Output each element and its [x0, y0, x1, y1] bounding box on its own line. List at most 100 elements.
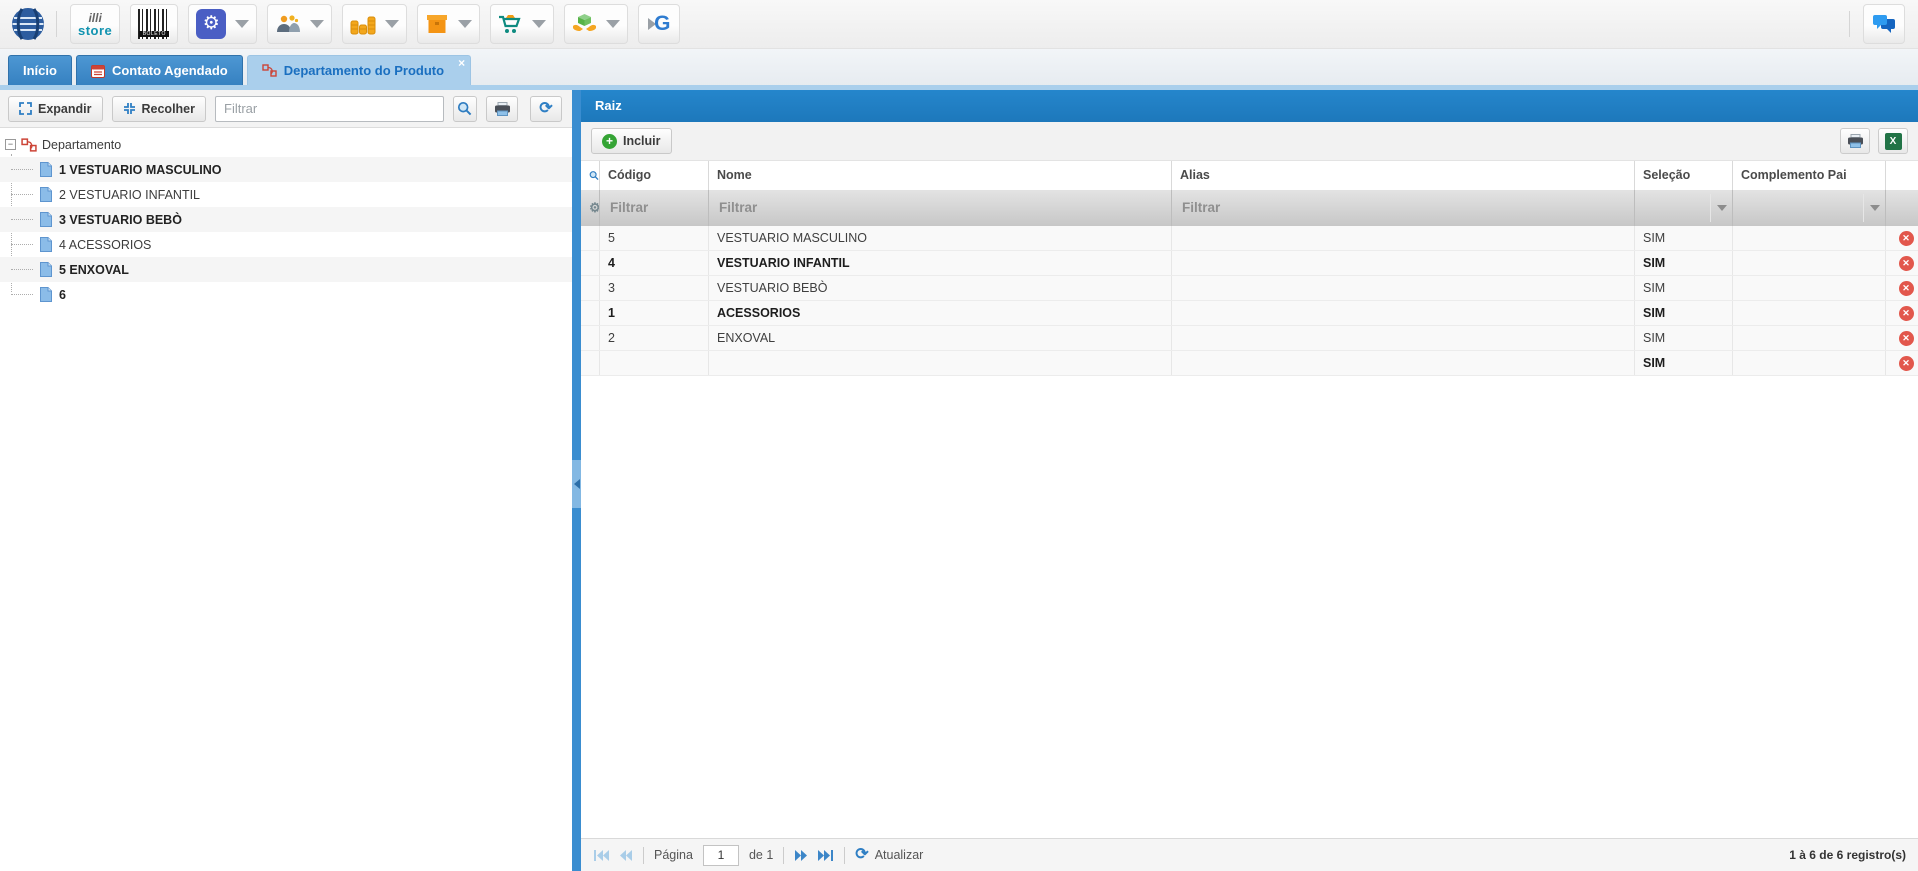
collapse-label: Recolher: [142, 102, 196, 116]
page-icon: [40, 262, 52, 277]
tree-item[interactable]: 5 ENXOVAL: [0, 257, 572, 282]
boleto-button[interactable]: BOLETO: [130, 4, 178, 44]
cell-codigo: 2: [600, 326, 709, 350]
tree-item[interactable]: 3 VESTUARIO BEBÒ: [0, 207, 572, 232]
tree-item[interactable]: 6: [0, 282, 572, 307]
g-sync-button[interactable]: G: [638, 4, 680, 44]
refresh-grid-button[interactable]: ⟳ Atualizar: [855, 847, 923, 863]
cell-alias: [1172, 351, 1635, 375]
tree-item[interactable]: 4 ACESSORIOS: [0, 232, 572, 257]
cell-complemento-pai: [1733, 251, 1886, 275]
filter-dropdown-button[interactable]: [1710, 194, 1732, 222]
tree-print-button[interactable]: [486, 96, 518, 122]
page-number-input[interactable]: [703, 845, 739, 866]
filter-selecao[interactable]: [1635, 190, 1733, 226]
filter-complemento-pai[interactable]: [1733, 190, 1886, 226]
illi-store-button[interactable]: illi store: [70, 4, 120, 44]
add-record-button[interactable]: + Incluir: [591, 128, 672, 154]
expand-all-button[interactable]: Expandir: [8, 96, 103, 122]
sales-menu-button[interactable]: [490, 4, 554, 44]
expand-icon: [19, 102, 32, 115]
tree-filter-input[interactable]: [215, 96, 444, 122]
table-row[interactable]: SIM ✕: [581, 351, 1918, 376]
tab-departamento-produto[interactable]: Departamento do Produto ×: [247, 55, 471, 85]
page-label: Página: [654, 848, 693, 862]
stock-menu-button[interactable]: [564, 4, 628, 44]
excel-icon: X: [1885, 133, 1902, 150]
tree-item[interactable]: 2 VESTUARIO INFANTIL: [0, 182, 572, 207]
panel-splitter[interactable]: [572, 90, 581, 871]
last-page-button[interactable]: [818, 850, 834, 861]
tree-item-label: 2 VESTUARIO INFANTIL: [59, 188, 200, 202]
tree-item[interactable]: 1 VESTUARIO MASCULINO: [0, 157, 572, 182]
panel-title: Raiz: [581, 90, 1918, 122]
collapse-icon: [123, 102, 136, 115]
collapse-all-button[interactable]: Recolher: [112, 96, 207, 122]
grid-filter-row: ⚙ Filtrar Filtrar Filtrar: [581, 190, 1918, 226]
cell-complemento-pai: [1733, 326, 1886, 350]
tab-contato-agendado[interactable]: Contato Agendado: [76, 55, 243, 85]
tab-inicio[interactable]: Início: [8, 55, 72, 85]
g-sync-icon: G: [648, 12, 670, 36]
filter-alias[interactable]: Filtrar: [1172, 190, 1635, 226]
grid-print-button[interactable]: [1840, 128, 1870, 154]
table-row[interactable]: 1 ACESSORIOS SIM ✕: [581, 301, 1918, 326]
filter-dropdown-button[interactable]: [1863, 194, 1885, 222]
filter-nome[interactable]: Filtrar: [709, 190, 1172, 226]
column-header-complemento-pai[interactable]: Complemento Pai: [1733, 161, 1886, 190]
row-gutter: [581, 276, 600, 300]
table-row[interactable]: 2 ENXOVAL SIM ✕: [581, 326, 1918, 351]
delete-row-button[interactable]: ✕: [1899, 306, 1914, 321]
refresh-label: Atualizar: [875, 848, 924, 862]
tree-item-label: 4 ACESSORIOS: [59, 238, 151, 252]
cell-codigo: 4: [600, 251, 709, 275]
filter-codigo[interactable]: Filtrar: [600, 190, 709, 226]
row-gutter: [581, 351, 600, 375]
table-row[interactable]: 5 VESTUARIO MASCULINO SIM ✕: [581, 226, 1918, 251]
page-icon: [40, 187, 52, 202]
settings-menu-button[interactable]: ⚙: [188, 4, 257, 44]
people-menu-button[interactable]: [267, 4, 332, 44]
splitter-collapse-handle[interactable]: [572, 460, 581, 508]
cell-nome: [709, 351, 1172, 375]
delete-row-button[interactable]: ✕: [1899, 281, 1914, 296]
tree-root-departamento[interactable]: − Departamento: [0, 132, 572, 157]
next-page-button[interactable]: [794, 850, 808, 861]
cell-selecao: SIM: [1635, 226, 1733, 250]
table-row[interactable]: 3 VESTUARIO BEBÒ SIM ✕: [581, 276, 1918, 301]
collapse-toggle-icon[interactable]: −: [5, 139, 16, 150]
grid-settings-gutter[interactable]: ⚙: [581, 190, 600, 226]
department-icon: [262, 64, 277, 77]
tree-item-label: 5 ENXOVAL: [59, 263, 129, 277]
chat-bubbles-icon: [1871, 13, 1897, 35]
grid-toolbar: + Incluir X: [581, 122, 1918, 160]
finance-menu-button[interactable]: [342, 4, 407, 44]
column-header-nome[interactable]: Nome: [709, 161, 1172, 190]
row-gutter: [581, 251, 600, 275]
tree-search-button[interactable]: [453, 96, 477, 122]
first-page-button[interactable]: [593, 850, 609, 861]
cell-nome: ACESSORIOS: [709, 301, 1172, 325]
column-header-selecao[interactable]: Seleção: [1635, 161, 1733, 190]
column-header-codigo[interactable]: Código: [600, 161, 709, 190]
table-row[interactable]: 4 VESTUARIO INFANTIL SIM ✕: [581, 251, 1918, 276]
previous-page-button[interactable]: [619, 850, 633, 861]
tree-refresh-button[interactable]: ⟳: [530, 96, 562, 122]
collapse-left-arrow-icon: [574, 479, 580, 489]
delete-row-button[interactable]: ✕: [1899, 256, 1914, 271]
grid-panel: Raiz + Incluir X: [581, 90, 1918, 871]
close-icon[interactable]: ×: [458, 57, 465, 69]
cell-complemento-pai: [1733, 301, 1886, 325]
delete-row-button[interactable]: ✕: [1899, 231, 1914, 246]
delete-row-button[interactable]: ✕: [1899, 356, 1914, 371]
products-menu-button[interactable]: [417, 4, 480, 44]
department-icon: [21, 138, 37, 152]
delete-row-button[interactable]: ✕: [1899, 331, 1914, 346]
gear-icon: ⚙: [589, 190, 600, 226]
column-header-actions: [1886, 161, 1918, 190]
grid-export-excel-button[interactable]: X: [1878, 128, 1908, 154]
grid-search-gutter[interactable]: [581, 161, 600, 190]
chat-button[interactable]: [1863, 4, 1905, 44]
column-header-alias[interactable]: Alias: [1172, 161, 1635, 190]
cell-nome: ENXOVAL: [709, 326, 1172, 350]
